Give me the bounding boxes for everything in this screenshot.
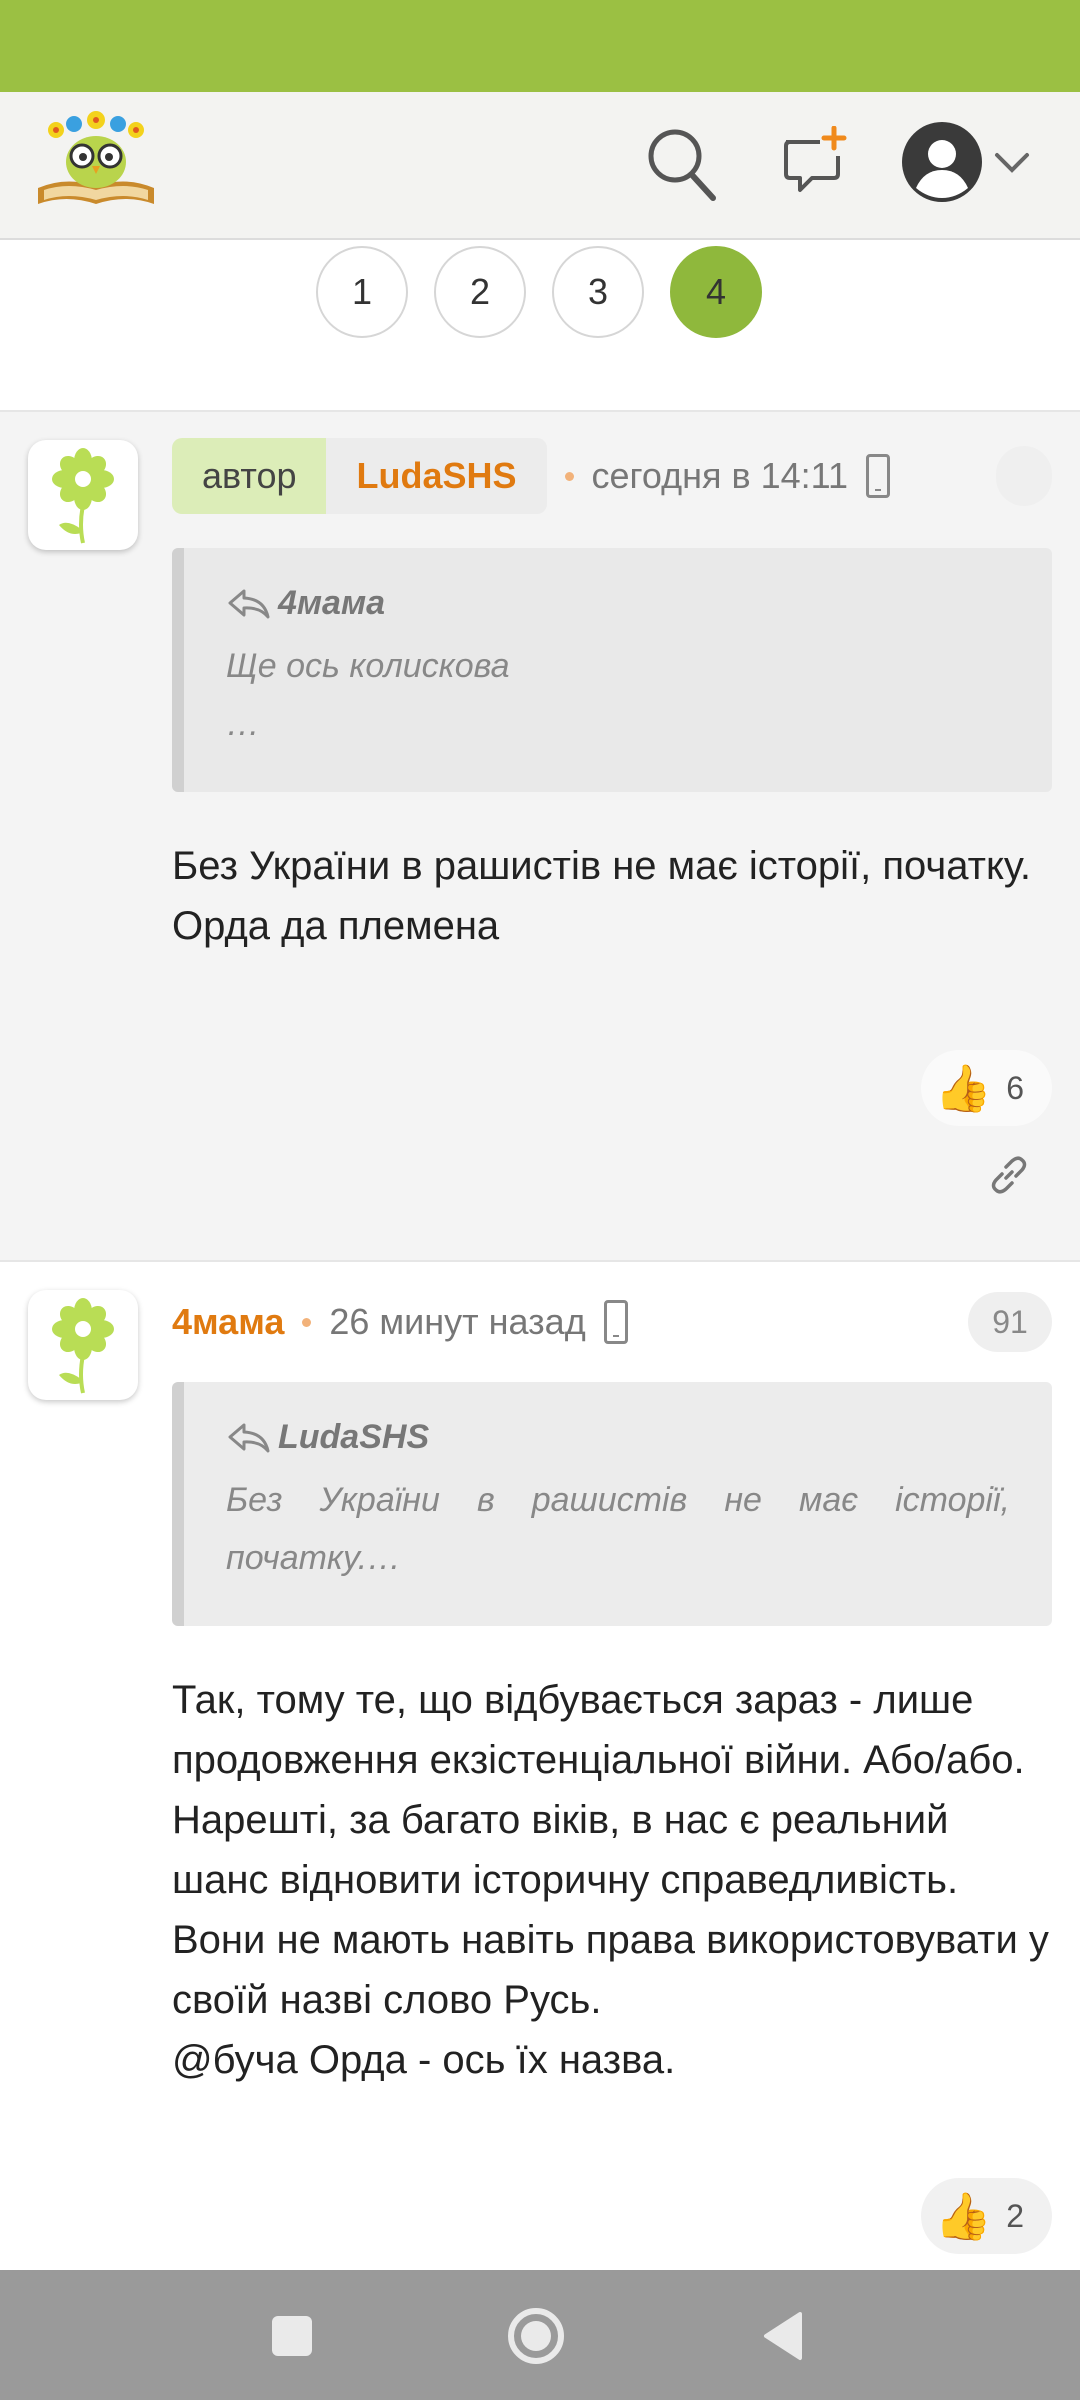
owl-book-logo-icon[interactable] bbox=[34, 110, 158, 210]
pagination: 1 2 3 4 bbox=[0, 240, 1080, 410]
page-button-1[interactable]: 1 bbox=[316, 246, 408, 338]
like-count: 2 bbox=[1006, 2197, 1024, 2234]
separator-dot bbox=[564, 471, 574, 481]
page-button-2[interactable]: 2 bbox=[434, 246, 526, 338]
quote-author[interactable]: 4мама bbox=[278, 584, 385, 623]
forum-post: 4мама 26 минут назад 91 LudaSHS Без Укра… bbox=[0, 1260, 1080, 2270]
quote-text[interactable]: Без України в рашистів не має історії, п… bbox=[226, 1471, 1010, 1587]
post-number-badge[interactable]: 91 bbox=[968, 1292, 1052, 1352]
user-avatar-icon[interactable] bbox=[900, 120, 984, 204]
post-body: Так, тому те, що відбувається зараз - ли… bbox=[172, 1678, 1049, 2082]
thumbs-up-icon: 👍 bbox=[934, 1061, 993, 1114]
page-button-3[interactable]: 3 bbox=[552, 246, 644, 338]
quote-block: 4мама Ще ось колискова … bbox=[172, 548, 1052, 792]
chevron-down-icon[interactable] bbox=[994, 152, 1030, 174]
avatar[interactable] bbox=[28, 440, 138, 550]
mobile-device-icon bbox=[866, 454, 891, 498]
author-name[interactable]: 4мама bbox=[172, 1284, 284, 1360]
post-time: 26 минут назад bbox=[329, 1301, 586, 1342]
like-button[interactable]: 👍 2 bbox=[920, 2178, 1052, 2254]
thumbs-up-icon: 👍 bbox=[934, 2189, 993, 2242]
forum-post: автор LudaSHS сегодня в 14:11 4мама Ще о… bbox=[0, 410, 1080, 1260]
reply-arrow-icon bbox=[228, 589, 270, 618]
post-time: сегодня в 14:11 bbox=[591, 455, 849, 496]
like-button[interactable]: 👍 6 bbox=[920, 1050, 1052, 1126]
quote-ellipsis[interactable]: … bbox=[226, 695, 1010, 753]
quote-text: Ще ось колискова bbox=[226, 647, 510, 685]
flower-avatar-icon bbox=[52, 448, 114, 544]
quote-block: LudaSHS Без України в рашистів не має іс… bbox=[172, 1382, 1052, 1626]
flower-avatar-icon bbox=[52, 1298, 114, 1394]
back-button-icon[interactable] bbox=[760, 2310, 804, 2362]
permalink-icon[interactable] bbox=[986, 1152, 1032, 1198]
home-button-icon[interactable] bbox=[506, 2306, 566, 2366]
search-icon[interactable] bbox=[645, 126, 717, 202]
page-button-4[interactable]: 4 bbox=[670, 246, 762, 338]
post-meta: 4мама 26 минут назад bbox=[172, 1284, 628, 1360]
new-message-icon[interactable] bbox=[780, 126, 848, 196]
mobile-device-icon bbox=[603, 1300, 628, 1344]
quote-author[interactable]: LudaSHS bbox=[278, 1418, 429, 1457]
post-counter[interactable] bbox=[996, 446, 1052, 506]
author-name[interactable]: LudaSHS bbox=[326, 438, 547, 514]
avatar[interactable] bbox=[28, 1290, 138, 1400]
top-header bbox=[0, 92, 1080, 240]
separator-dot bbox=[302, 1317, 312, 1327]
author-tag: автор bbox=[172, 438, 327, 514]
reply-arrow-icon bbox=[228, 1423, 270, 1452]
like-count: 6 bbox=[1006, 1069, 1024, 1106]
post-body: Без України в рашистів не має історії, п… bbox=[172, 844, 1032, 948]
status-bar bbox=[0, 0, 1080, 92]
post-meta: автор LudaSHS сегодня в 14:11 bbox=[172, 438, 891, 514]
recent-apps-icon[interactable] bbox=[270, 2314, 314, 2358]
system-nav-bar bbox=[0, 2270, 1080, 2400]
